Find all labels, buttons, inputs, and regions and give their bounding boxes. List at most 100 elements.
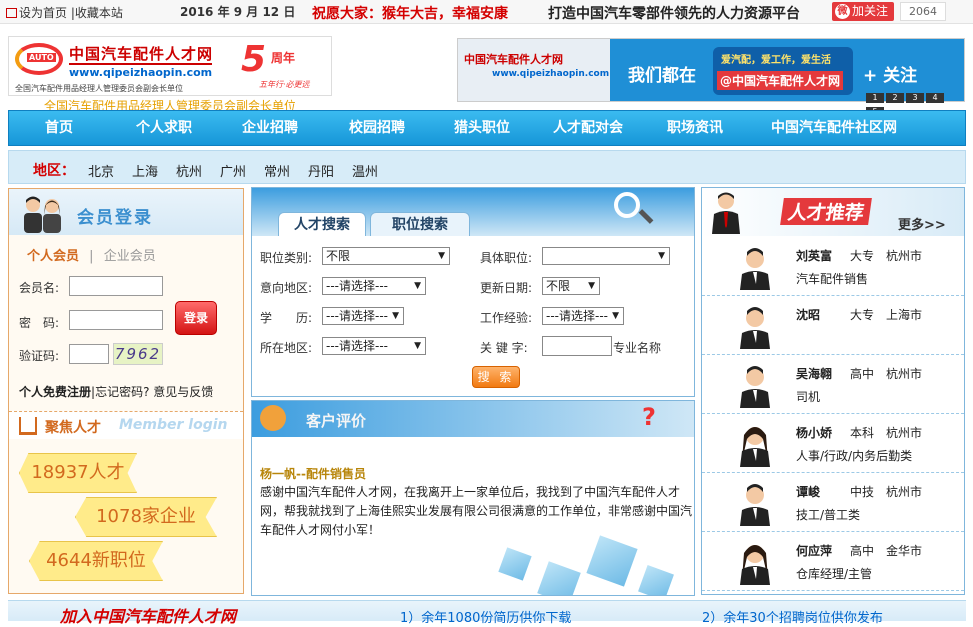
stat-job-count: 4644新职位 [29,541,163,581]
search-button[interactable]: 搜 索 [472,366,520,388]
talent-row[interactable]: 刘英富 大专 杭州市 汽车配件销售 [702,238,964,296]
keyword-label: 关 键 字: [480,341,528,355]
talent-row[interactable]: 吴海翱 高中 杭州市 司机 [702,356,964,414]
focus-talent-header: 聚焦人才 Member login [9,411,243,439]
chevron-down-icon: ▼ [588,281,595,291]
register-link[interactable]: 个人免费注册 [19,385,91,399]
magnifier-handle [638,209,654,224]
site-logo[interactable]: AUTO 中国汽车配件人才网 www.qipeizhaopin.com 全国汽车… [8,36,332,96]
bottom-banner: 加入中国汽车配件人才网 1）余年1080份简历供你下载 2）余年30个招聘岗位供… [8,600,966,626]
nav-home[interactable]: 首页 [45,111,73,145]
banner-here-text: 我们都在 [628,66,696,86]
nav-recruiting[interactable]: 企业招聘 [242,111,298,145]
city-link[interactable]: 丹阳 [308,161,334,180]
review-author[interactable]: 杨一帆--配件销售员 [260,465,366,482]
focus-english: Member login [119,417,228,433]
talent-name[interactable]: 谭峻 [796,483,820,500]
city-link[interactable]: 北京 [88,161,114,180]
talent-row[interactable]: 何应萍 高中 金华市 仓库经理/主管 [702,533,964,591]
nav-job-fair[interactable]: 人才配对会 [553,111,623,145]
chevron-down-icon: ▼ [414,281,421,291]
tab-company-member[interactable]: 企业会员 [104,249,156,264]
region-label: 地区： [33,163,75,179]
nav-community[interactable]: 中国汽车配件社区网 [771,111,897,145]
nav-headhunter[interactable]: 猎头职位 [454,111,510,145]
banner-page-1[interactable]: 1 [866,93,884,103]
username-label: 会员名: [19,281,60,295]
bookmark-link[interactable]: 收藏本站 [75,6,123,20]
magnifier-icon [614,192,640,218]
slogan: 打造中国汽车零部件领先的人力资源平台 [548,6,800,22]
forgot-password-link[interactable]: 忘记密码? [95,385,149,399]
captcha-label: 验证码: [19,349,60,363]
username-input[interactable] [69,276,163,296]
weibo-follower-count: 2064 [900,2,946,21]
keyword-input[interactable] [542,336,612,356]
talent-name[interactable]: 杨小娇 [796,424,832,441]
location-label: 所在地区: [260,341,313,355]
talent-job: 汽车配件销售 [796,272,869,286]
password-input[interactable] [69,310,163,330]
captcha-input[interactable] [69,344,109,364]
set-home-link[interactable]: 设为首页 [19,6,67,20]
login-button[interactable]: 登录 [175,301,217,335]
position-select[interactable]: ▼ [542,247,670,265]
talent-name[interactable]: 吴海翱 [796,365,832,382]
category-select[interactable]: 不限 ▼ [322,247,450,265]
education-select[interactable]: ---请选择--- ▼ [322,307,404,325]
talent-job: 司机 [796,390,821,404]
talent-row[interactable]: 沈昭 大专 上海市 [702,297,964,355]
talent-education: 中技 [850,485,875,499]
bottom-item-1[interactable]: 1）余年1080份简历供你下载 [400,607,571,626]
tab-personal-member[interactable]: 个人会员 [27,249,79,264]
city-link[interactable]: 广州 [220,161,246,180]
anniversary-number: 5 [241,39,267,80]
talent-more-link[interactable]: 更多>> [898,214,946,233]
banner-follow-text: + 关注 [863,66,918,86]
talent-city: 杭州市 [886,426,923,440]
keyword-hint: 专业名称 [613,341,662,355]
update-date-select[interactable]: 不限 ▼ [542,277,600,295]
login-links: 个人免费注册|忘记密码? 意见与反馈 [19,385,214,399]
weibo-banner[interactable]: 中国汽车配件人才网 www.qipeizhaopin.com 我们都在 爱汽配，… [457,38,965,117]
talent-name[interactable]: 何应萍 [796,542,832,559]
location-select[interactable]: ---请选择--- ▼ [322,337,426,355]
banner-page-3[interactable]: 3 [906,93,924,103]
weibo-follow-label: 加关注 [852,4,889,18]
captcha-image[interactable]: 7962 [113,343,163,365]
feedback-link[interactable]: 意见与反馈 [153,385,213,399]
tab-job-search[interactable]: 职位搜索 [370,212,470,236]
search-panel: 人才搜索 职位搜索 职位类别: 不限 ▼ 具体职位: ▼ 意向地区: ---请选择… [251,187,695,397]
talent-recommend-panel: 人才推荐 更多>> 刘英富 大专 杭州市 汽车配件销售 沈昭 大专 上海市 吴海翱 高中 杭州市司… [701,187,965,595]
password-label: 密 码: [19,316,60,330]
trophy-icon [260,405,286,431]
experience-select[interactable]: ---请选择--- ▼ [542,307,624,325]
talent-name[interactable]: 刘英富 [796,247,832,264]
category-label: 职位类别: [260,251,313,265]
login-header: 会员登录 [9,189,243,235]
nav-news[interactable]: 职场资讯 [667,111,723,145]
businessman-icon [712,192,740,234]
avatar-icon [740,427,770,467]
city-link[interactable]: 上海 [132,161,158,180]
tab-talent-search[interactable]: 人才搜索 [278,212,366,236]
talent-title: 人才推荐 [780,198,872,225]
talent-row[interactable]: 杨小娇 本科 杭州市 人事/行政/内务后勤类 [702,415,964,473]
city-link[interactable]: 温州 [352,161,378,180]
anniversary-text: 周年 [271,51,296,65]
nav-job-seeking[interactable]: 个人求职 [136,111,192,145]
bottom-item-2[interactable]: 2）余年30个招聘岗位供你发布 [702,607,883,626]
weibo-follow-button[interactable]: 微加关注 [832,2,894,21]
avatar-icon [740,484,770,526]
talent-row[interactable]: 谭峻 中技 杭州市 技工/普工类 [702,474,964,532]
banner-page-4[interactable]: 4 [926,93,944,103]
city-link[interactable]: 杭州 [176,161,202,180]
talent-job: 仓库经理/主管 [796,567,873,581]
nav-campus[interactable]: 校园招聘 [349,111,405,145]
talent-education: 本科 [850,426,875,440]
banner-page-2[interactable]: 2 [886,93,904,103]
city-link[interactable]: 常州 [264,161,290,180]
intent-region-select[interactable]: ---请选择--- ▼ [322,277,426,295]
talent-name[interactable]: 沈昭 [796,306,820,323]
home-icon [6,8,17,18]
